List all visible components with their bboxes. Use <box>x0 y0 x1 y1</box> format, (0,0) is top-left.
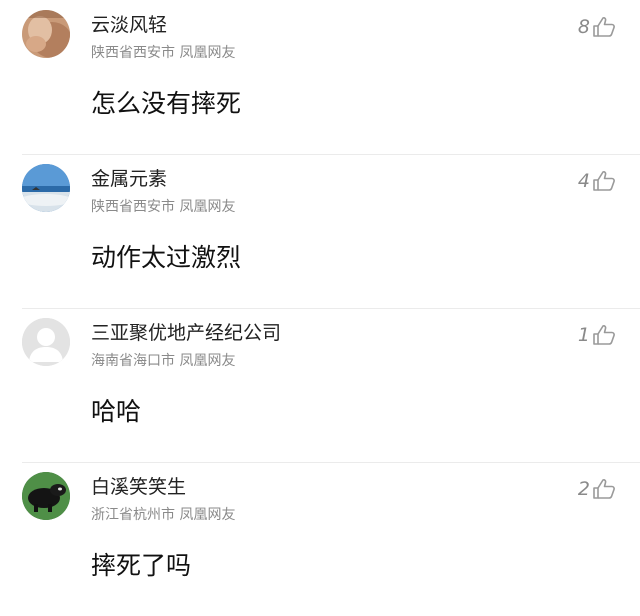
comment-item: 云淡风轻 陕西省西安市 凤凰网友 怎么没有摔死 8 <box>0 0 640 154</box>
user-location: 陕西省西安市 凤凰网友 <box>91 45 236 61</box>
like-button[interactable]: 1 <box>578 324 616 346</box>
portrait-photo-icon <box>22 10 70 58</box>
thumbs-up-icon <box>592 478 616 500</box>
user-avatar[interactable] <box>22 472 70 520</box>
animal-photo-icon <box>22 472 70 520</box>
like-button[interactable]: 8 <box>578 16 616 38</box>
user-avatar[interactable] <box>22 318 70 366</box>
thumbs-up-icon <box>592 170 616 192</box>
username[interactable]: 金属元素 <box>91 168 167 190</box>
like-button[interactable]: 4 <box>578 170 616 192</box>
user-location: 陕西省西安市 凤凰网友 <box>91 199 236 215</box>
comment-text: 动作太过激烈 <box>91 243 242 272</box>
comment-text: 怎么没有摔死 <box>91 89 242 118</box>
thumbs-up-icon <box>592 16 616 38</box>
thumbs-up-icon <box>592 324 616 346</box>
user-location: 海南省海口市 凤凰网友 <box>91 353 236 369</box>
like-count: 4 <box>577 170 590 192</box>
user-location: 浙江省杭州市 凤凰网友 <box>91 507 236 523</box>
comment-text: 哈哈 <box>91 397 142 426</box>
like-count: 8 <box>577 16 590 38</box>
comment-item: 金属元素 陕西省西安市 凤凰网友 动作太过激烈 4 <box>0 154 640 308</box>
username[interactable]: 云淡风轻 <box>91 14 167 36</box>
default-user-icon <box>22 318 70 366</box>
username[interactable]: 三亚聚优地产经纪公司 <box>91 322 281 344</box>
user-avatar[interactable] <box>22 10 70 58</box>
comment-item: 白溪笑笑生 浙江省杭州市 凤凰网友 摔死了吗 2 <box>0 462 640 616</box>
like-count: 2 <box>577 478 590 500</box>
username[interactable]: 白溪笑笑生 <box>91 476 186 498</box>
comment-text: 摔死了吗 <box>91 551 192 580</box>
like-button[interactable]: 2 <box>578 478 616 500</box>
comment-list: 云淡风轻 陕西省西安市 凤凰网友 怎么没有摔死 8 金属元素 陕西省西安市 凤凰… <box>0 0 640 610</box>
user-avatar[interactable] <box>22 164 70 212</box>
beach-photo-icon <box>22 164 70 212</box>
like-count: 1 <box>577 324 590 346</box>
comment-item: 三亚聚优地产经纪公司 海南省海口市 凤凰网友 哈哈 1 <box>0 308 640 462</box>
